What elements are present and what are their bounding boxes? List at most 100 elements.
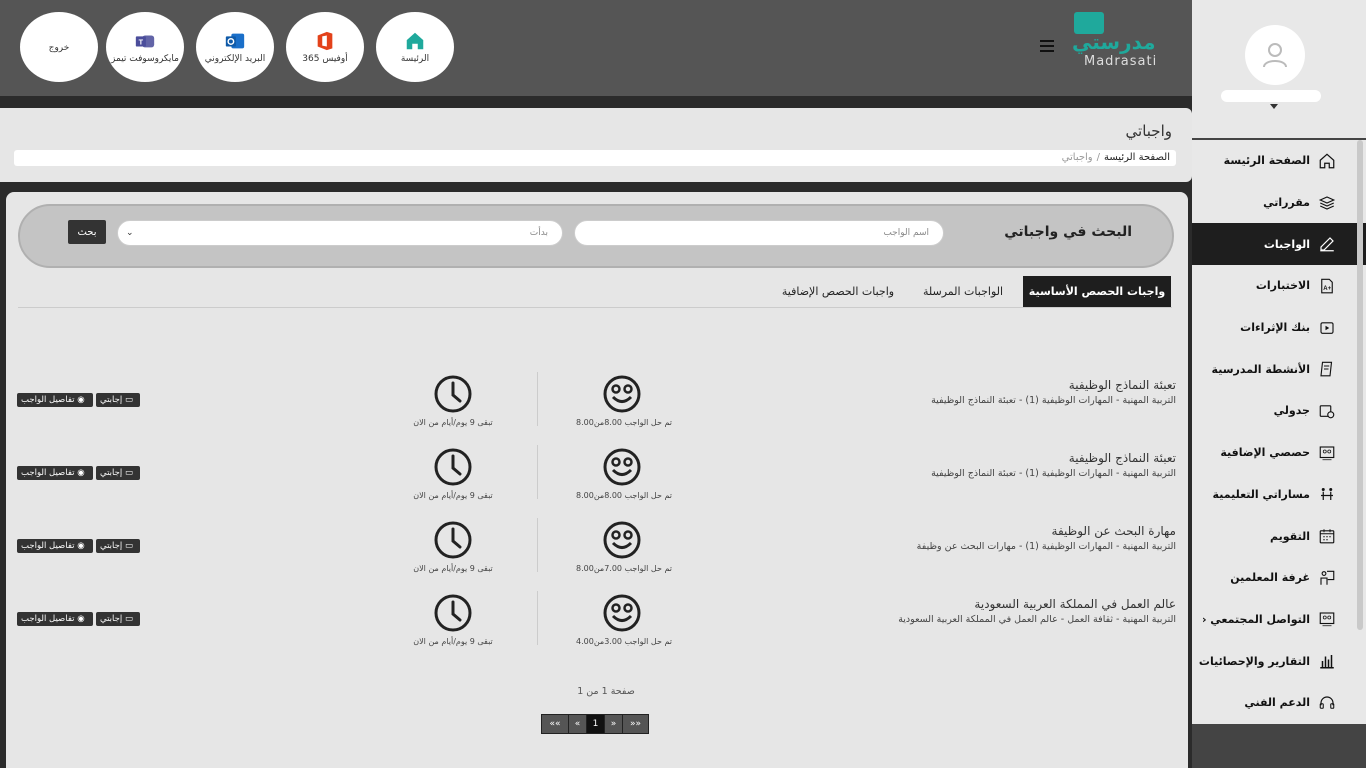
assignment-subtitle: التربية المهنية - المهارات الوظيفية (1) … (931, 468, 1176, 479)
office365-button[interactable]: أوفيس 365 (286, 12, 364, 82)
assignment-details-button[interactable]: تفاصيل الواجب ◉ (17, 612, 93, 626)
page-first-button[interactable]: «« (542, 715, 568, 733)
tab-sent-assignments[interactable]: الواجبات المرسلة (908, 276, 1018, 307)
eye-icon: ◉ (77, 468, 85, 478)
sidebar-item-7[interactable]: حصصي الإضافية (1192, 431, 1366, 474)
divider (537, 372, 538, 426)
my-answers-label: إجابتي (100, 614, 123, 624)
sidebar-item-label: مقرراتي (1263, 196, 1310, 210)
sidebar-item-13[interactable]: الدعم الفني (1192, 681, 1366, 724)
status-select[interactable]: ⌄ بدأت (117, 220, 563, 246)
assignment-title[interactable]: مهارة البحث عن الوظيفة (1052, 524, 1176, 538)
breadcrumb-home[interactable]: الصفحة الرئيسة (1104, 152, 1170, 163)
search-box: البحث في واجباتي اسم الواجب ⌄ بدأت بحث (18, 204, 1174, 268)
sidebar-item-1[interactable]: مقرراتي (1192, 181, 1366, 224)
calendar-clock-icon (1319, 405, 1335, 419)
sidebar-item-label: التقويم (1270, 529, 1310, 543)
search-button[interactable]: بحث (68, 220, 106, 244)
community-icon (1319, 612, 1335, 627)
sidebar-item-label: بنك الإثراءات (1240, 321, 1310, 335)
assignment-row: تعبئة النماذج الوظيفية التربية المهنية - … (6, 372, 1188, 444)
teams-icon: T (135, 35, 155, 47)
my-answers-button[interactable]: إجابتي ▭ (96, 612, 140, 626)
sidebar-item-12[interactable]: التقارير والإحصائيات (1192, 640, 1366, 682)
svg-text:T: T (139, 37, 144, 46)
assignment-details-button[interactable]: تفاصيل الواجب ◉ (17, 466, 93, 480)
page-prev-button[interactable]: « (568, 715, 586, 733)
main-panel: البحث في واجباتي اسم الواجب ⌄ بدأت بحث و… (6, 192, 1188, 768)
teams-label: مايكروسوفت تيمز (111, 53, 179, 64)
my-answers-button[interactable]: إجابتي ▭ (96, 393, 140, 407)
office365-label: أوفيس 365 (302, 53, 348, 64)
logout-button[interactable]: خروج (20, 12, 98, 82)
divider (537, 445, 538, 499)
sidebar-scrollbar[interactable] (1357, 140, 1363, 630)
page-last-button[interactable]: »» (622, 715, 648, 733)
caret-down-icon[interactable] (1270, 104, 1278, 109)
sidebar: الصفحة الرئيسة مقرراتي الواجبات الاختبارات A… (1192, 0, 1366, 768)
madrasati-logo: مدرستي Madrasati (1070, 10, 1188, 70)
notebook-icon (1320, 361, 1333, 377)
my-answers-button[interactable]: إجابتي ▭ (96, 539, 140, 553)
assignment-row: عالم العمل في المملكة العربية السعودية ال… (6, 591, 1188, 663)
page-header: واجباتي الصفحة الرئيسة/واجباتي (0, 108, 1192, 182)
assignment-details-button[interactable]: تفاصيل الواجب ◉ (17, 539, 93, 553)
assignment-details-label: تفاصيل الواجب (21, 614, 75, 624)
my-answers-button[interactable]: إجابتي ▭ (96, 466, 140, 480)
page-current-button[interactable]: 1 (586, 715, 604, 733)
sidebar-item-5[interactable]: الأنشطة المدرسية (1192, 348, 1366, 391)
sidebar-item-label: جدولي (1273, 404, 1310, 418)
video-icon (1320, 321, 1334, 334)
chevron-left-icon: › (1202, 612, 1207, 626)
user-name-bar[interactable] (1221, 90, 1321, 102)
sidebar-item-4[interactable]: بنك الإثراءات (1192, 306, 1366, 349)
assignment-name-input[interactable]: اسم الواجب (574, 220, 944, 246)
grade-text: تم حل الواجب 8.00من8.00 (576, 418, 672, 427)
svg-text:A+: A+ (1323, 286, 1331, 292)
home-icon (1319, 153, 1335, 169)
calendar-icon (1319, 529, 1335, 544)
teacher-icon (1320, 570, 1335, 585)
assignment-details-button[interactable]: تفاصيل الواجب ◉ (17, 393, 93, 407)
logo-text-en: Madrasati (1084, 54, 1158, 69)
sidebar-item-8[interactable]: مساراتي التعليمية (1192, 473, 1366, 516)
smile-icon (603, 375, 641, 413)
sidebar-item-label: التواصل المجتمعي (1210, 612, 1310, 626)
remaining-text: تبقى 9 يوم/أيام من الان (413, 564, 493, 573)
sidebar-item-label: الصفحة الرئيسة (1223, 154, 1310, 168)
assignment-title[interactable]: تعبئة النماذج الوظيفية (1069, 378, 1176, 392)
assignment-title[interactable]: تعبئة النماذج الوظيفية (1069, 451, 1176, 465)
sidebar-item-11[interactable]: › التواصل المجتمعي (1192, 598, 1366, 641)
sidebar-item-3[interactable]: الاختبارات A+ (1192, 265, 1366, 307)
tab-extra-assignments[interactable]: واجبات الحصص الإضافية (768, 276, 908, 307)
pagination: «« « 1 » »» (541, 714, 649, 734)
sidebar-item-10[interactable]: غرفة المعلمين (1192, 556, 1366, 599)
sidebar-item-2[interactable]: الواجبات (1192, 223, 1366, 266)
path-icon (1321, 488, 1333, 501)
menu-toggle-icon[interactable] (1040, 40, 1054, 52)
smile-icon (603, 594, 641, 632)
tab-basic-assignments[interactable]: واجبات الحصص الأساسية (1023, 276, 1171, 307)
books-icon (1318, 195, 1336, 210)
eye-icon: ◉ (77, 541, 85, 551)
assignment-title[interactable]: عالم العمل في المملكة العربية السعودية (974, 597, 1176, 611)
sidebar-item-label: الدعم الفني (1244, 696, 1310, 710)
email-button[interactable]: البريد الإلكتروني (196, 12, 274, 82)
file-icon: ▭ (124, 395, 133, 405)
breadcrumb-separator: / (1096, 152, 1101, 163)
avatar[interactable] (1245, 25, 1305, 85)
home-button[interactable]: الرئيسة (376, 12, 454, 82)
divider (537, 518, 538, 572)
sidebar-item-label: مساراتي التعليمية (1212, 487, 1310, 501)
page-next-button[interactable]: » (604, 715, 622, 733)
sidebar-item-9[interactable]: التقويم (1192, 515, 1366, 557)
outlook-icon (225, 33, 245, 48)
eye-icon: ◉ (77, 395, 85, 405)
teams-button[interactable]: T مايكروسوفت تيمز (106, 12, 184, 82)
remaining-text: تبقى 9 يوم/أيام من الان (413, 637, 493, 646)
sidebar-item-6[interactable]: جدولي (1192, 390, 1366, 432)
board-icon (1319, 446, 1335, 460)
eye-icon: ◉ (77, 614, 85, 624)
sidebar-item-0[interactable]: الصفحة الرئيسة (1192, 140, 1366, 182)
edit-icon (1320, 237, 1334, 252)
